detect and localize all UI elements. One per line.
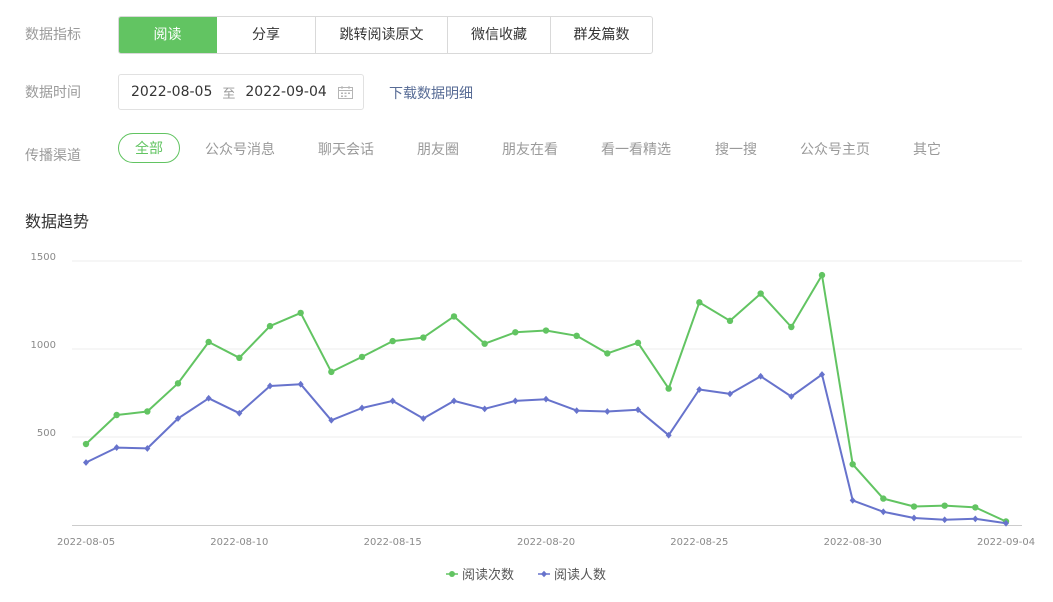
calendar-icon[interactable] (338, 86, 353, 99)
y-tick-label: 1500 (31, 252, 56, 263)
data-point (297, 309, 304, 317)
x-tick-label: 2022-08-05 (57, 537, 115, 548)
data-point (604, 350, 611, 357)
data-point (910, 503, 918, 510)
data-point (726, 317, 734, 325)
data-point (481, 340, 488, 347)
x-tick-label: 2022-08-25 (670, 537, 728, 548)
data-point (113, 411, 120, 419)
data-point (880, 495, 887, 502)
data-point (880, 508, 887, 516)
data-point (451, 397, 457, 405)
date-separator: 至 (222, 86, 236, 102)
data-point (83, 459, 89, 466)
x-tick-label: 2022-08-15 (364, 537, 422, 548)
data-point (512, 397, 519, 405)
channel-search[interactable]: 搜一搜 (715, 139, 757, 159)
data-point (174, 380, 182, 387)
date-end-value[interactable]: 2022-09-04 (245, 84, 326, 100)
channel-moments[interactable]: 朋友圈 (417, 139, 459, 159)
data-point (849, 461, 856, 468)
data-point (389, 337, 396, 345)
data-point (573, 407, 580, 414)
channel-row-label: 传播渠道 (25, 148, 81, 164)
x-tick-label: 2022-09-04 (977, 537, 1035, 548)
metric-selector: 阅读 分享 跳转阅读原文 微信收藏 群发篇数 (118, 16, 653, 54)
data-point (634, 339, 642, 347)
download-details-link[interactable]: 下载数据明细 (389, 83, 473, 103)
legend-label: 阅读人数 (554, 568, 606, 583)
date-range-picker[interactable]: 2022-08-05 至 2022-09-04 (118, 74, 364, 110)
data-point (727, 390, 733, 398)
channel-chat[interactable]: 聊天会话 (318, 139, 374, 159)
data-point (328, 368, 335, 376)
y-tick-label: 500 (37, 428, 56, 439)
legend-marker (449, 571, 455, 577)
data-point (358, 353, 366, 361)
data-point (604, 408, 611, 415)
data-point (818, 271, 826, 279)
date-start-value[interactable]: 2022-08-05 (131, 84, 212, 100)
metric-tab-post-count[interactable]: 群发篇数 (551, 17, 652, 53)
data-point (389, 397, 396, 405)
data-point (696, 299, 703, 306)
legend-label: 阅读次数 (462, 567, 514, 583)
time-row-label: 数据时间 (25, 85, 81, 101)
x-tick-label: 2022-08-20 (517, 537, 575, 548)
data-point (113, 444, 120, 451)
data-point (757, 290, 764, 297)
metric-tab-share[interactable]: 分享 (217, 17, 316, 53)
channel-profile-page[interactable]: 公众号主页 (800, 139, 870, 159)
metric-tab-read[interactable]: 阅读 (119, 17, 217, 53)
data-point (512, 329, 519, 336)
channel-friends-watching[interactable]: 朋友在看 (502, 139, 558, 159)
data-point (788, 323, 795, 331)
data-point (941, 516, 948, 524)
data-point (266, 322, 274, 330)
data-point (573, 332, 580, 339)
data-point (481, 405, 488, 413)
data-point (82, 440, 90, 448)
data-point (205, 338, 212, 346)
data-point (665, 385, 672, 392)
channel-official-message[interactable]: 公众号消息 (205, 139, 275, 159)
y-tick-label: 1000 (31, 340, 56, 351)
data-point (236, 354, 243, 361)
metric-tab-jump-original[interactable]: 跳转阅读原文 (316, 17, 448, 53)
channel-all[interactable]: 全部 (118, 133, 180, 163)
data-point (144, 408, 151, 415)
data-point (450, 313, 458, 320)
data-point (849, 496, 856, 504)
data-point (420, 334, 427, 341)
data-point (543, 395, 549, 403)
legend-marker (541, 570, 547, 578)
data-point (972, 515, 979, 523)
channel-top-stories[interactable]: 看一看精选 (601, 139, 671, 159)
data-point (542, 327, 550, 334)
data-point (911, 514, 917, 522)
data-point (941, 502, 948, 509)
trend-section-title: 数据趋势 (25, 212, 90, 231)
metric-row-label: 数据指标 (25, 27, 81, 43)
data-point (972, 504, 979, 511)
x-tick-label: 2022-08-30 (824, 537, 882, 548)
data-point (359, 404, 365, 412)
channel-other[interactable]: 其它 (913, 139, 941, 159)
x-tick-label: 2022-08-10 (210, 537, 268, 548)
trend-line-chart: 500 1000 1500 2022-08-05 2022-08-10 2022-08-1… (31, 252, 1036, 583)
metric-tab-favorite[interactable]: 微信收藏 (448, 17, 551, 53)
